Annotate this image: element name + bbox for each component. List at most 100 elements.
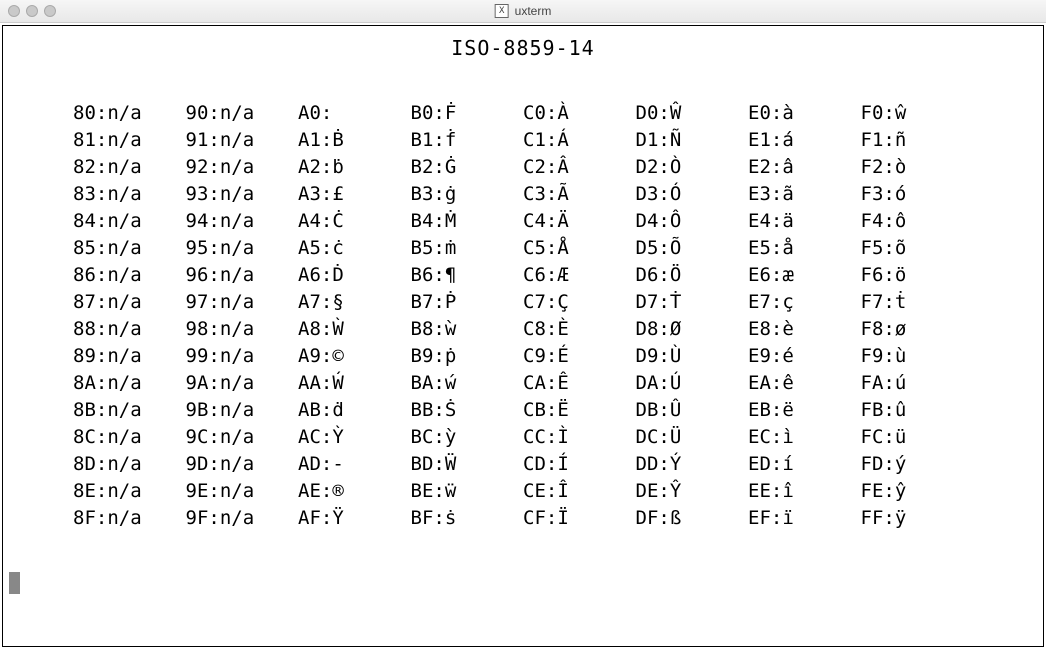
char-cell: E7:ç [748,289,861,316]
char-cell: A0: [298,100,411,127]
char-cell: F7:ṫ [861,289,974,316]
char-cell: A1:Ḃ [298,127,411,154]
terminal-viewport[interactable]: ISO-8859-14 80:n/a81:n/a82:n/a83:n/a84:n… [2,25,1044,647]
char-cell: 85:n/a [73,235,186,262]
char-cell: C2:Â [523,154,636,181]
char-cell: F6:ö [861,262,974,289]
char-cell: DA:Ú [636,370,749,397]
char-cell: 9B:n/a [186,397,299,424]
char-cell: AB:ḋ [298,397,411,424]
char-cell: E0:à [748,100,861,127]
char-cell: 8A:n/a [73,370,186,397]
char-cell: 83:n/a [73,181,186,208]
zoom-window-button[interactable] [44,5,56,17]
char-cell: EC:ì [748,424,861,451]
char-cell: F0:ŵ [861,100,974,127]
char-cell: C9:É [523,343,636,370]
char-cell: AD:- [298,451,411,478]
char-cell: 91:n/a [186,127,299,154]
char-cell: B1:ḟ [411,127,524,154]
char-cell: B0:Ḟ [411,100,524,127]
char-cell: 8B:n/a [73,397,186,424]
char-cell: B7:Ṗ [411,289,524,316]
char-cell: 84:n/a [73,208,186,235]
char-cell: D2:Ò [636,154,749,181]
char-cell: 8E:n/a [73,478,186,505]
char-cell: A4:Ċ [298,208,411,235]
minimize-window-button[interactable] [26,5,38,17]
char-cell: CF:Ï [523,505,636,532]
char-cell: AF:Ÿ [298,505,411,532]
char-cell: 94:n/a [186,208,299,235]
char-cell: D4:Ô [636,208,749,235]
char-cell: 86:n/a [73,262,186,289]
char-cell: E3:ã [748,181,861,208]
char-cell: 80:n/a [73,100,186,127]
char-cell: C7:Ç [523,289,636,316]
char-cell: C8:È [523,316,636,343]
terminal-cursor [9,572,20,594]
char-cell: A5:ċ [298,235,411,262]
window-titlebar: X uxterm [0,0,1046,23]
char-cell: F3:ó [861,181,974,208]
char-cell: 89:n/a [73,343,186,370]
char-cell: A6:Ḋ [298,262,411,289]
char-cell: BD:Ẅ [411,451,524,478]
char-cell: E1:á [748,127,861,154]
char-cell: A7:§ [298,289,411,316]
close-window-button[interactable] [8,5,20,17]
char-cell: DE:Ŷ [636,478,749,505]
char-cell: D0:Ŵ [636,100,749,127]
char-cell: FA:ú [861,370,974,397]
char-cell: CA:Ê [523,370,636,397]
char-cell: B3:ġ [411,181,524,208]
char-cell: B9:ṗ [411,343,524,370]
char-cell: 92:n/a [186,154,299,181]
char-cell: E6:æ [748,262,861,289]
char-cell: CB:Ë [523,397,636,424]
char-cell: AC:Ỳ [298,424,411,451]
char-column: C0:ÀC1:ÁC2:ÂC3:ÃC4:ÄC5:ÅC6:ÆC7:ÇC8:ÈC9:É… [523,100,636,532]
char-cell: 87:n/a [73,289,186,316]
char-cell: DB:Û [636,397,749,424]
char-cell: F1:ñ [861,127,974,154]
char-cell: 90:n/a [186,100,299,127]
char-cell: A9:© [298,343,411,370]
char-column: F0:ŵF1:ñF2:òF3:óF4:ôF5:õF6:öF7:ṫF8:øF9:ù… [861,100,974,532]
char-column: 80:n/a81:n/a82:n/a83:n/a84:n/a85:n/a86:n… [73,100,186,532]
char-cell: F8:ø [861,316,974,343]
char-cell: EB:ë [748,397,861,424]
char-cell: F2:ò [861,154,974,181]
char-cell: 9C:n/a [186,424,299,451]
char-cell: CC:Ì [523,424,636,451]
char-column: 90:n/a91:n/a92:n/a93:n/a94:n/a95:n/a96:n… [186,100,299,532]
char-column: D0:ŴD1:ÑD2:ÒD3:ÓD4:ÔD5:ÕD6:ÖD7:ṪD8:ØD9:Ù… [636,100,749,532]
char-cell: AE:® [298,478,411,505]
char-cell: 9A:n/a [186,370,299,397]
char-cell: CE:Î [523,478,636,505]
char-cell: C3:Ã [523,181,636,208]
char-cell: 82:n/a [73,154,186,181]
char-cell: 93:n/a [186,181,299,208]
char-cell: D8:Ø [636,316,749,343]
char-cell: A3:£ [298,181,411,208]
char-cell: 96:n/a [186,262,299,289]
char-cell: CD:Í [523,451,636,478]
char-cell: C1:Á [523,127,636,154]
char-cell: FC:ü [861,424,974,451]
char-cell: E9:é [748,343,861,370]
char-cell: DD:Ý [636,451,749,478]
char-cell: FD:ý [861,451,974,478]
char-cell: FB:û [861,397,974,424]
char-cell: A2:ḃ [298,154,411,181]
char-cell: B4:Ṁ [411,208,524,235]
char-cell: D6:Ö [636,262,749,289]
char-cell: DC:Ü [636,424,749,451]
char-cell: ED:í [748,451,861,478]
char-cell: B5:ṁ [411,235,524,262]
char-cell: BA:ẃ [411,370,524,397]
char-cell: F4:ô [861,208,974,235]
x11-app-icon: X [495,4,509,18]
char-cell: EF:ï [748,505,861,532]
char-cell: BF:ṡ [411,505,524,532]
